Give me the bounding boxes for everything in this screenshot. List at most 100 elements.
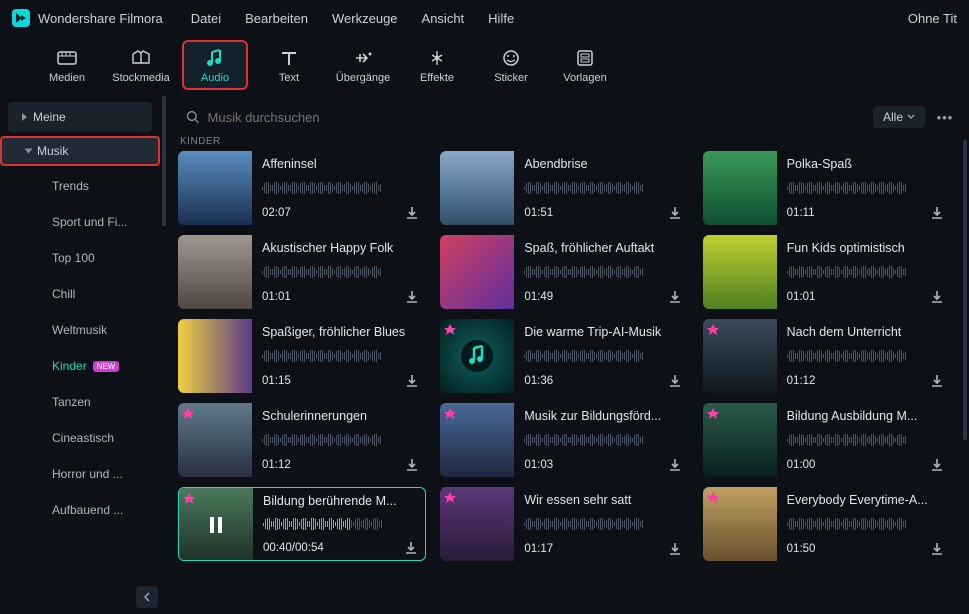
- tool-label: Sticker: [494, 72, 528, 84]
- track-thumbnail: [703, 403, 777, 477]
- more-button[interactable]: •••: [933, 110, 957, 125]
- music-note-icon: [460, 339, 494, 373]
- track-card[interactable]: Everybody Everytime-A...01:50: [703, 487, 951, 561]
- download-icon[interactable]: [667, 289, 683, 305]
- waveform: [787, 432, 945, 448]
- download-icon[interactable]: [929, 289, 945, 305]
- track-card[interactable]: Abendbrise01:51: [440, 151, 688, 225]
- tool-label: Audio: [201, 72, 229, 84]
- sidebar-item[interactable]: Chill: [0, 276, 166, 312]
- track-title: Polka-Spaß: [787, 157, 945, 171]
- download-icon[interactable]: [667, 541, 683, 557]
- sidebar-item[interactable]: Horror und ...: [0, 456, 166, 492]
- sidebar-item-label: Cineastisch: [52, 431, 114, 445]
- track-card[interactable]: Die warme Trip-AI-Musik01:36: [440, 319, 688, 393]
- track-thumbnail: [440, 235, 514, 309]
- sidebar-item-label: Kinder: [52, 359, 87, 373]
- pause-icon[interactable]: [179, 488, 253, 561]
- fx-icon: [426, 47, 448, 69]
- sidebar-item[interactable]: KinderNEW: [0, 348, 166, 384]
- menu-tools[interactable]: Werkzeuge: [332, 11, 398, 26]
- menu-file[interactable]: Datei: [191, 11, 221, 26]
- track-card[interactable]: Polka-Spaß01:11: [703, 151, 951, 225]
- search-input[interactable]: [208, 110, 857, 125]
- track-body: Die warme Trip-AI-Musik01:36: [514, 319, 688, 393]
- sidebar-item[interactable]: Cineastisch: [0, 420, 166, 456]
- title-bar: Wondershare Filmora Datei Bearbeiten Wer…: [0, 0, 969, 36]
- tool-stock[interactable]: Stockmedia: [108, 40, 174, 90]
- waveform: [262, 180, 420, 196]
- sidebar-item-label: Top 100: [52, 251, 95, 265]
- track-thumbnail: [178, 319, 252, 393]
- tool-label: Text: [279, 72, 299, 84]
- sidebar-item[interactable]: Aufbauend ...: [0, 492, 166, 528]
- track-card[interactable]: Fun Kids optimistisch01:01: [703, 235, 951, 309]
- sidebar-root-musik[interactable]: Musik: [0, 136, 160, 166]
- sidebar-item[interactable]: Tanzen: [0, 384, 166, 420]
- app-logo: Wondershare Filmora: [12, 9, 163, 27]
- audio-icon: [204, 47, 226, 69]
- track-card[interactable]: Nach dem Unterricht01:12: [703, 319, 951, 393]
- track-card[interactable]: Affeninsel02:07: [178, 151, 426, 225]
- waveform: [524, 432, 682, 448]
- sidebar-item[interactable]: Weltmusik: [0, 312, 166, 348]
- favorite-icon: [706, 322, 720, 336]
- download-icon[interactable]: [929, 205, 945, 221]
- sidebar-item[interactable]: Sport und Fi...: [0, 204, 166, 240]
- track-card[interactable]: Schulerinnerungen01:12: [178, 403, 426, 477]
- download-icon[interactable]: [403, 540, 419, 556]
- track-title: Bildung berührende M...: [263, 494, 419, 508]
- track-card[interactable]: Wir essen sehr satt01:17: [440, 487, 688, 561]
- track-card[interactable]: Akustischer Happy Folk01:01: [178, 235, 426, 309]
- track-card[interactable]: Spaßiger, fröhlicher Blues01:15: [178, 319, 426, 393]
- download-icon[interactable]: [667, 373, 683, 389]
- filter-dropdown[interactable]: Alle: [873, 106, 925, 128]
- track-card[interactable]: Bildung berührende M...00:40/00:54: [178, 487, 426, 561]
- sidebar-root-meine[interactable]: Meine: [8, 102, 152, 132]
- tool-audio[interactable]: Audio: [182, 40, 248, 90]
- download-icon[interactable]: [404, 289, 420, 305]
- filmora-icon: [12, 9, 30, 27]
- download-icon[interactable]: [929, 541, 945, 557]
- download-icon[interactable]: [404, 373, 420, 389]
- track-body: Everybody Everytime-A...01:50: [777, 487, 951, 561]
- track-body: Polka-Spaß01:11: [777, 151, 951, 225]
- track-thumbnail: [440, 319, 514, 393]
- tpl-icon: [574, 47, 596, 69]
- collapse-sidebar-button[interactable]: [136, 586, 158, 608]
- tool-tpl[interactable]: Vorlagen: [552, 40, 618, 90]
- sidebar-item[interactable]: Trends: [0, 168, 166, 204]
- download-icon[interactable]: [929, 457, 945, 473]
- track-body: Schulerinnerungen01:12: [252, 403, 426, 477]
- sidebar-item-label: Weltmusik: [52, 323, 107, 337]
- track-duration: 01:12: [787, 375, 816, 387]
- track-grid: Affeninsel02:07Abendbrise01:51 Polka-Spaß…: [178, 151, 957, 561]
- track-title: Abendbrise: [524, 157, 682, 171]
- download-icon[interactable]: [667, 205, 683, 221]
- track-card[interactable]: Bildung Ausbildung M...01:00: [703, 403, 951, 477]
- tool-trans[interactable]: Übergänge: [330, 40, 396, 90]
- menu-edit[interactable]: Bearbeiten: [245, 11, 308, 26]
- download-icon[interactable]: [404, 205, 420, 221]
- content-scrollbar[interactable]: [963, 140, 967, 440]
- download-icon[interactable]: [929, 373, 945, 389]
- download-icon[interactable]: [404, 457, 420, 473]
- download-icon[interactable]: [667, 457, 683, 473]
- tool-fx[interactable]: Effekte: [404, 40, 470, 90]
- tool-text[interactable]: Text: [256, 40, 322, 90]
- menu-view[interactable]: Ansicht: [422, 11, 465, 26]
- track-card[interactable]: Musik zur Bildungsförd...01:03: [440, 403, 688, 477]
- tool-media[interactable]: Medien: [34, 40, 100, 90]
- sidebar: Meine Musik TrendsSport und Fi... Top 100 C…: [0, 96, 166, 614]
- media-icon: [56, 47, 78, 69]
- waveform: [524, 264, 682, 280]
- track-duration: 01:03: [524, 459, 553, 471]
- track-title: Akustischer Happy Folk: [262, 241, 420, 255]
- tool-sticker[interactable]: Sticker: [478, 40, 544, 90]
- menu-help[interactable]: Hilfe: [488, 11, 514, 26]
- track-title: Fun Kids optimistisch: [787, 241, 945, 255]
- track-duration: 01:00: [787, 459, 816, 471]
- sidebar-item[interactable]: Top 100: [0, 240, 166, 276]
- track-card[interactable]: Spaß, fröhlicher Auftakt01:49: [440, 235, 688, 309]
- app-name: Wondershare Filmora: [38, 11, 163, 26]
